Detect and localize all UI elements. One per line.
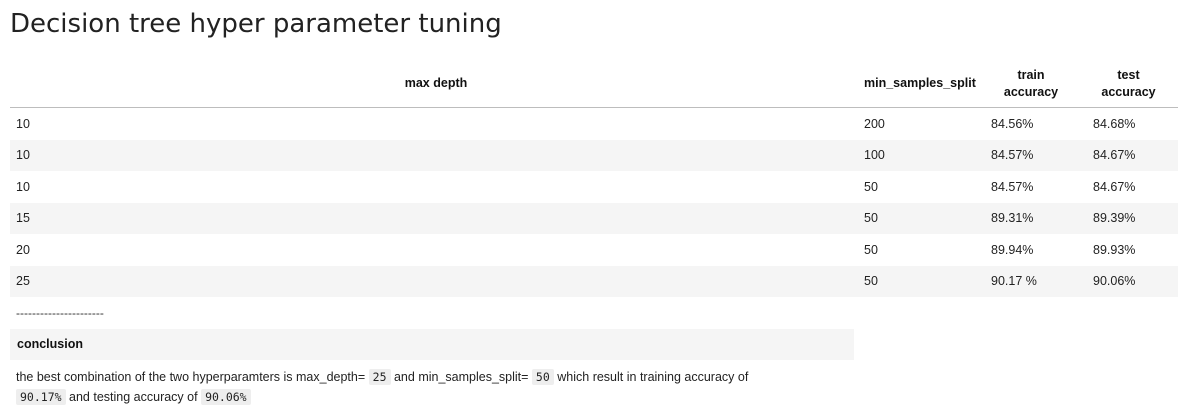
separator-line: ---------------------- (16, 306, 104, 320)
header-max-depth: max depth (10, 60, 862, 108)
cell-max-depth: 25 (10, 265, 862, 297)
cell-min-samples-split: 50 (864, 179, 878, 194)
conclusion-heading: conclusion (10, 329, 854, 360)
table-row: 10 50 84.57% 84.67% (10, 171, 1178, 203)
table-header-row: max depth min_samples_split train accura… (10, 60, 1178, 108)
conclusion-text-part4: and testing accuracy of (69, 390, 198, 404)
header-train-accuracy-line2: accuracy (1003, 84, 1059, 99)
cell-min-samples-split: 200 (864, 116, 885, 131)
cell-min-samples-split: 100 (862, 139, 983, 171)
hyperparameter-results-table: max depth min_samples_split train accura… (10, 60, 1178, 297)
cell-min-samples-split: 50 (862, 265, 983, 297)
table-row: 10 100 84.57% 84.67% (10, 139, 1178, 171)
cell-test-accuracy: 89.39% (1079, 202, 1178, 234)
conclusion-paragraph: the best combination of the two hyperpar… (16, 367, 836, 407)
cell-max-depth: 10 (16, 116, 30, 131)
cell-max-depth: 20 (16, 242, 30, 257)
notebook-page: Decision tree hyper parameter tuning max… (0, 0, 1195, 418)
header-test-accuracy-line2: accuracy (1101, 84, 1156, 99)
cell-train-accuracy: 84.57% (983, 139, 1079, 171)
cell-train-accuracy: 89.31% (983, 202, 1079, 234)
table-row: 20 50 89.94% 89.93% (10, 234, 1178, 266)
code-test-accuracy: 90.06% (201, 389, 251, 405)
header-train-accuracy-line1: train (1017, 67, 1045, 82)
cell-test-accuracy: 84.68% (1093, 116, 1136, 131)
cell-test-accuracy: 90.06% (1079, 265, 1178, 297)
cell-min-samples-split: 50 (862, 202, 983, 234)
table-row: 10 200 84.56% 84.68% (10, 108, 1178, 140)
cell-max-depth: 10 (16, 179, 30, 194)
page-title: Decision tree hyper parameter tuning (10, 9, 502, 39)
conclusion-text-part2: and min_samples_split= (393, 370, 529, 384)
code-max-depth: 25 (368, 369, 391, 385)
header-train-accuracy: train accuracy (983, 60, 1079, 108)
cell-train-accuracy: 84.57% (991, 179, 1034, 194)
cell-min-samples-split: 50 (864, 242, 878, 257)
conclusion-text-part1: the best combination of the two hyperpar… (16, 370, 366, 384)
code-min-samples-split: 50 (531, 369, 554, 385)
header-test-accuracy: test accuracy (1079, 60, 1178, 108)
cell-test-accuracy: 89.93% (1093, 242, 1136, 257)
cell-test-accuracy: 84.67% (1093, 179, 1136, 194)
cell-train-accuracy: 84.56% (991, 116, 1034, 131)
table-row: 15 50 89.31% 89.39% (10, 202, 1178, 234)
table-row: 25 50 90.17 % 90.06% (10, 265, 1178, 297)
cell-test-accuracy: 84.67% (1079, 139, 1178, 171)
header-min-samples-split: min_samples_split (862, 60, 983, 108)
cell-train-accuracy: 89.94% (991, 242, 1034, 257)
code-train-accuracy: 90.17% (16, 389, 66, 405)
cell-train-accuracy: 90.17 % (983, 265, 1079, 297)
cell-max-depth: 10 (10, 139, 862, 171)
cell-max-depth: 15 (10, 202, 862, 234)
header-test-accuracy-line1: test (1117, 67, 1140, 82)
conclusion-text-part3: which result in training accuracy of (557, 370, 749, 384)
